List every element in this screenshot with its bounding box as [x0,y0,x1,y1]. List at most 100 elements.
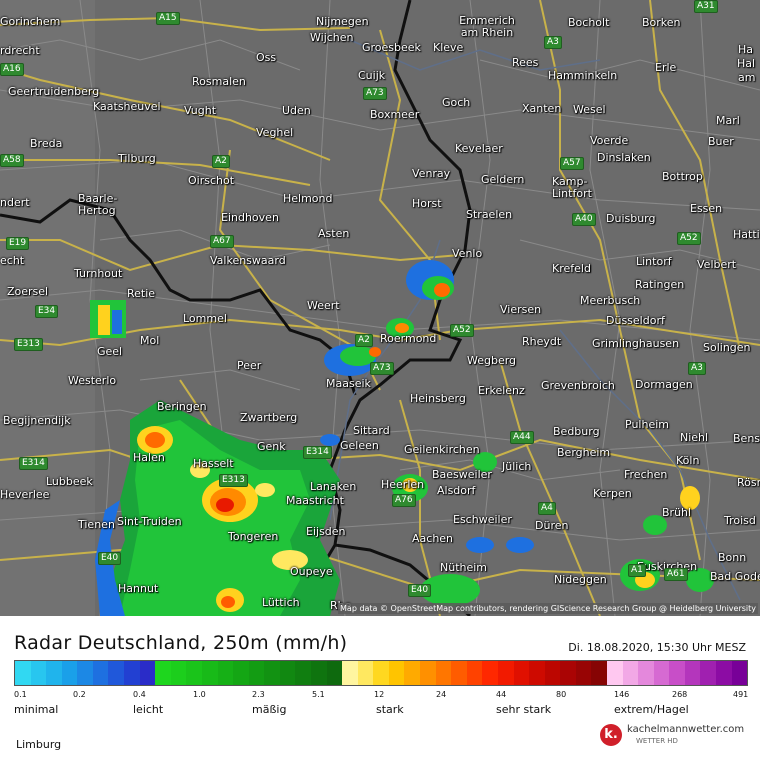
city-label: Hatti [733,228,760,241]
scale-category-label: extrem/Hagel [614,703,689,716]
city-label: Nideggen [554,573,607,586]
color-swatch [108,661,125,685]
city-label: Venlo [452,247,483,260]
city-label: Marl [716,114,740,127]
city-label: Helmond [283,192,333,205]
city-label: Kevelaer [455,142,503,155]
city-label: Retie [127,287,156,300]
radar-map[interactable]: Gorinchem Nijmegen Emmerich am Rhein Bochol… [0,0,760,616]
city-label: Tongeren [228,530,279,543]
road-shield: A16 [0,63,24,76]
color-swatch [124,661,140,685]
color-swatch [326,661,343,685]
color-swatch [92,661,109,685]
road-shield: A57 [560,157,584,170]
city-label: Oupeye [290,565,333,578]
city-label: Sittard [353,424,390,437]
city-label: Hasselt [193,457,234,470]
city-label: Tilburg [118,152,156,165]
city-label: Xanten [522,102,562,115]
color-swatch [201,661,218,685]
city-label: Düsseldorf [606,314,665,327]
road-shield: A52 [450,324,474,337]
city-label: Vught [184,104,217,117]
city-label: Erle [655,61,677,74]
city-label: Valkenswaard [210,254,286,267]
road-shield: A67 [210,235,234,248]
road-shield: E34 [35,305,59,318]
color-swatch [310,661,327,685]
scale-tick-label: 268 [672,690,688,699]
city-label: Groesbeek [362,41,421,54]
scale-tick-label: 5.1 [312,690,325,699]
kachelmann-logo-icon: k. [600,724,622,746]
color-swatch [404,661,421,685]
city-label: Grevenbroich [541,379,615,392]
city-label: Lanaken [310,480,357,493]
city-label: Uden [282,104,311,117]
color-swatch [482,661,498,685]
city-label: Goch [442,96,471,109]
road-shield: E314 [19,457,48,470]
road-shield: A2 [212,155,230,168]
city-label: echt [0,254,25,267]
city-label: Oirschot [188,174,235,187]
city-label: Turnhout [74,267,123,280]
city-label: Halen [133,451,165,464]
color-swatch [591,661,607,685]
city-label: Bottrop [662,170,703,183]
city-label: Alsdorf [437,484,476,497]
color-swatch [684,661,701,685]
city-label: Roermond [380,332,437,345]
city-label: Frechen [624,468,668,481]
color-swatch [669,661,685,685]
color-swatch [622,661,639,685]
city-label: Borken [642,16,681,29]
city-label: Geilenkirchen [404,443,480,456]
color-swatch [61,661,78,685]
road-shield: E40 [98,552,122,565]
road-shield: A31 [694,0,718,13]
road-shield: A4 [538,502,556,515]
legend-title: Radar Deutschland, 250m (mm/h) [14,632,348,654]
color-swatch [46,661,62,685]
city-label: Lüttich [262,596,300,609]
city-label: Aachen [412,532,454,545]
color-scale [14,660,748,686]
city-label: am [738,71,756,84]
road-shield: A15 [156,12,180,25]
city-label: Zoersel [7,285,49,298]
city-label: Westerlo [68,374,117,387]
city-label: Bonn [718,551,747,564]
city-label: Baesweiler [432,468,492,481]
city-label: Veghel [256,126,294,139]
city-label: Boxmeer [370,108,420,121]
color-swatch [529,661,545,685]
road-shield: A73 [363,87,387,100]
road-shield: A73 [370,362,394,375]
city-label: Heerlen [381,478,425,491]
city-label: Heverlee [0,488,50,501]
scale-tick-label: 12 [374,690,385,699]
city-label: Genk [257,440,286,453]
city-label: Rosmalen [192,75,246,88]
city-label: Bedburg [553,425,600,438]
city-label: Brühl [662,506,692,519]
city-label: Essen [690,202,723,215]
color-swatch [373,661,389,685]
city-label: Heinsberg [410,392,466,405]
scale-tick-label: 44 [496,690,507,699]
scale-category-label: leicht [133,703,164,716]
region-label: Limburg [16,738,62,751]
city-label: Horst [412,197,442,210]
scale-tick-label: 0.1 [14,690,27,699]
road-shield: E313 [14,338,43,351]
city-label: Lubbeek [46,475,93,488]
city-label: Mol [140,334,160,347]
road-shield: A52 [677,232,701,245]
scale-category-label: minimal [14,703,59,716]
city-label: Wesel [573,103,606,116]
city-label: Eijsden [306,525,346,538]
city-label: Kleve [433,41,464,54]
city-label: Hal [737,57,756,70]
